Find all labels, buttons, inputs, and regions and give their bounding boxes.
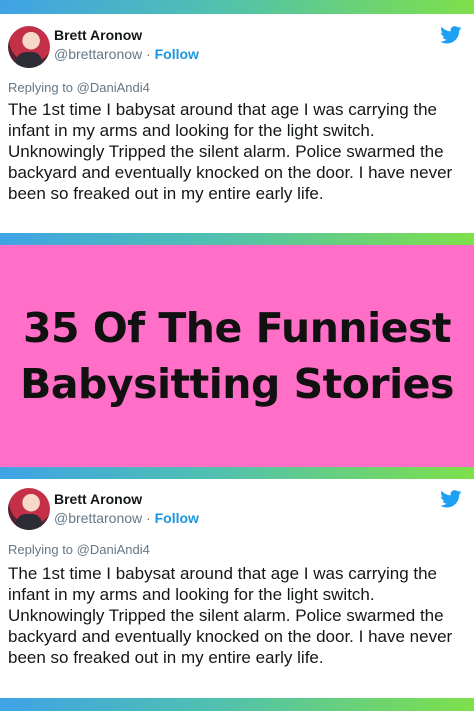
divider-gradient-bar <box>0 233 474 245</box>
divider-gradient-bar <box>0 467 474 479</box>
twitter-bird-icon[interactable] <box>440 490 462 508</box>
replying-to[interactable]: Replying to @DaniAndi4 <box>8 542 150 557</box>
tweet-card-top: Brett Aronow @brettaronow · Follow Reply… <box>0 14 474 233</box>
tweet-text: The 1st time I babysat around that age I… <box>8 100 453 203</box>
replying-to[interactable]: Replying to @DaniAndi4 <box>8 80 150 95</box>
author-handle[interactable]: @brettaronow <box>54 46 142 62</box>
follow-button[interactable]: Follow <box>155 46 199 62</box>
top-gradient-bar <box>0 0 474 14</box>
banner-title-line-1: 35 Of The Funniest <box>23 304 451 352</box>
bottom-gradient-bar <box>0 698 474 711</box>
tweet-card-bottom: Brett Aronow @brettaronow · Follow Reply… <box>0 479 474 698</box>
handle-row: @brettaronow · Follow <box>54 46 199 62</box>
author-name[interactable]: Brett Aronow <box>54 491 142 507</box>
separator-dot: · <box>146 46 151 62</box>
avatar[interactable] <box>8 488 50 530</box>
tweet-text: The 1st time I babysat around that age I… <box>8 564 453 667</box>
handle-row: @brettaronow · Follow <box>54 510 199 526</box>
author-name[interactable]: Brett Aronow <box>54 27 142 43</box>
avatar[interactable] <box>8 26 50 68</box>
title-banner: 35 Of The Funniest Babysitting Stories <box>0 245 474 467</box>
separator-dot: · <box>146 510 151 526</box>
author-handle[interactable]: @brettaronow <box>54 510 142 526</box>
banner-title-line-2: Babysitting Stories <box>20 360 454 408</box>
twitter-bird-icon[interactable] <box>440 26 462 44</box>
follow-button[interactable]: Follow <box>155 510 199 526</box>
